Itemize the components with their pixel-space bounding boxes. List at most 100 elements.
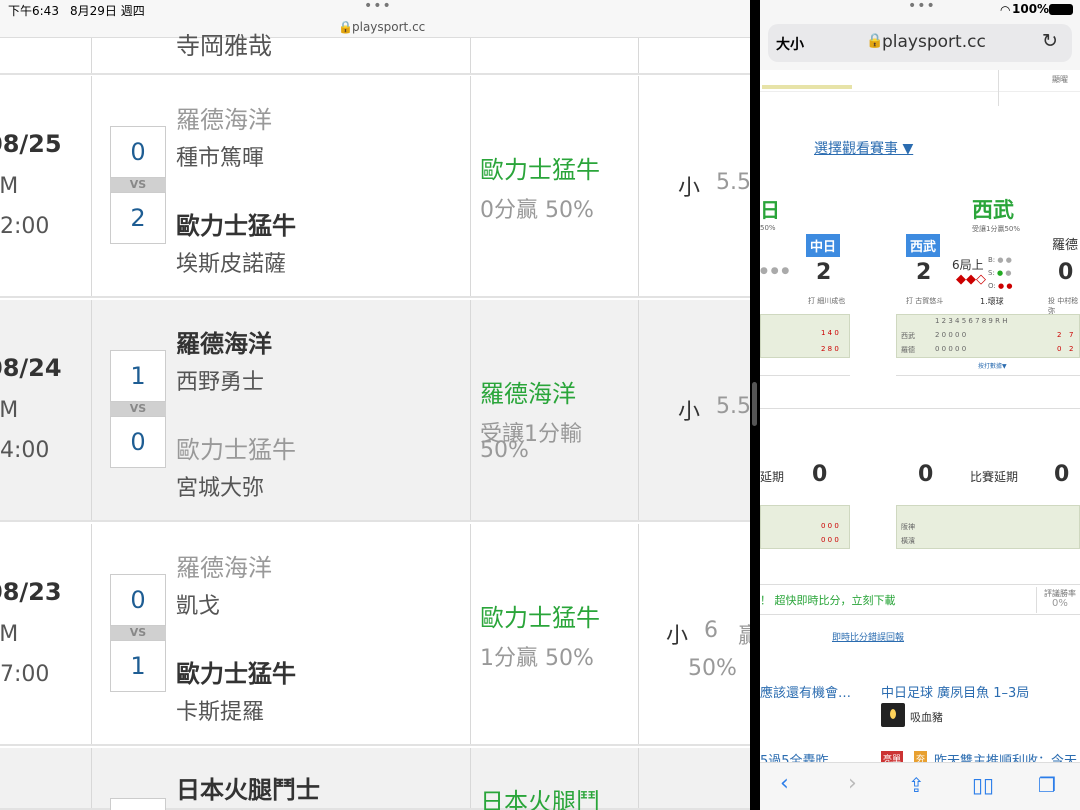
battery-percent: 100% <box>1012 2 1050 16</box>
tabs-icon[interactable]: ❐ <box>1038 773 1056 797</box>
linescore-team: 橫濱 <box>901 537 915 545</box>
lock-icon: 🔒 <box>338 20 353 34</box>
linescore-r: 0 <box>1057 345 1062 353</box>
delay-score-right: 0 <box>1054 462 1070 487</box>
home-team: 羅德 <box>1052 238 1079 253</box>
right-browser-pane: ••• ◠ 100% 大小 🔒 playsport.cc ↻ 顯曜 選擇觀看賽事… <box>760 0 1080 810</box>
away-team[interactable]: 羅德海洋 <box>176 324 272 359</box>
away-team[interactable]: 日本火腿鬥士 <box>176 770 320 805</box>
right-url-text[interactable]: playsport.cc <box>882 32 986 52</box>
status-time: 下午6:43 <box>8 4 59 18</box>
pick-team: 羅德海洋 <box>480 380 576 408</box>
over-under-value: 6 <box>704 618 718 643</box>
game-time: 07:00 <box>0 662 50 687</box>
linescore-grid: 阪神 橫濱 <box>896 505 1080 549</box>
away-score-box: 1 <box>110 350 166 402</box>
linescore-r: 2 <box>1057 331 1062 339</box>
delay-label: 比賽延期 <box>970 470 1019 484</box>
rhe-row-2: 2 8 0 <box>821 345 839 353</box>
table-row[interactable]: 08/24 PM 04:00 羅德海洋 西野勇士 歐力士猛牛 宮城大弥 1 VS… <box>0 300 750 522</box>
away-pitcher: 種市篤暉 <box>176 146 265 171</box>
rhe-row-1: 1 4 0 <box>821 329 839 337</box>
table-row[interactable]: 08/23 PM 07:00 羅德海洋 凱戈 歐力士猛牛 卡斯提羅 0 VS 1… <box>0 524 750 746</box>
away-score-box: 0 <box>110 574 166 626</box>
home-team[interactable]: 歐力士猛牛 <box>176 430 296 465</box>
news-link[interactable]: 中日足球 廣夙目魚 1–3局 <box>881 682 1029 701</box>
away-pitcher: 凱戈 <box>176 594 221 619</box>
select-games-link[interactable]: 選擇觀看賽事 ▼ <box>814 138 913 158</box>
vs-label: VS <box>110 626 166 640</box>
team-score: 2 <box>816 260 832 285</box>
away-team[interactable]: 羅德海洋 <box>176 548 272 583</box>
lock-icon: 🔒 <box>866 33 884 49</box>
table-row[interactable]: 日本火腿鬥士 日本火腿鬥 <box>0 748 750 810</box>
news-username[interactable]: 吸血豬 <box>910 709 943 725</box>
browser-toolbar: ‹ › ⇪ ▯▯ ❐ <box>760 762 1080 810</box>
inning-label: 6局上 <box>952 258 984 272</box>
away-team[interactable]: 羅德海洋 <box>176 100 272 135</box>
multitask-dots-icon[interactable]: ••• <box>908 0 936 14</box>
rate-value: 0% <box>1052 598 1068 609</box>
linescore-line: 2 0 0 0 0 <box>935 331 967 339</box>
over-under-result: 贏 <box>738 624 750 649</box>
linescore-team: 阪神 <box>901 523 915 531</box>
linescore-grid: 1 4 0 2 8 0 <box>760 314 850 358</box>
pitcher-text: 投 中村稔弥 <box>1048 297 1079 315</box>
table-row[interactable]: 08/25 PM 02:00 羅德海洋 種市篤暉 歐力士猛牛 埃斯皮諾薩 0 V… <box>0 76 750 298</box>
multitask-dots-icon[interactable]: ••• <box>364 0 392 14</box>
game-card-left[interactable]: 日 50% 中日 2 ● ● ● 打 細川成也 1 4 0 2 8 0 <box>760 180 850 376</box>
report-error-link[interactable]: 即時比分錯誤回報 <box>832 630 904 643</box>
left-url-text[interactable]: playsport.cc <box>352 20 425 34</box>
linescore-team: 西武 <box>901 332 915 340</box>
over-under-pct: 50% <box>688 656 737 681</box>
address-bar[interactable]: 大小 🔒 playsport.cc ↻ <box>768 24 1072 62</box>
pick-detail-2: 50% <box>480 438 529 463</box>
reload-icon[interactable]: ↻ <box>1042 30 1058 52</box>
home-team[interactable]: 歐力士猛牛 <box>176 206 296 241</box>
bookmarks-icon[interactable]: ▯▯ <box>972 773 994 797</box>
bases-icon: ◆◆◇ <box>956 272 986 287</box>
rhe-row-2: 0 0 0 <box>821 536 839 544</box>
game-ampm: PM <box>0 398 19 423</box>
text-size-button[interactable]: 大小 <box>776 34 804 54</box>
over-under: 小 <box>666 624 689 649</box>
pick-note: 50% <box>760 224 776 232</box>
status-date: 8月29日 週四 <box>70 4 145 18</box>
linescore-h: 2 <box>1069 345 1074 353</box>
corner-tag[interactable]: 顯曜 <box>1052 74 1068 85</box>
team-badge: 中日 <box>806 234 841 257</box>
game-card-seibu[interactable]: 西武 受讓1分贏50% 西武 2 6局上 ◆◆◇ B: ● ● S: ● ● O: … <box>896 180 1080 376</box>
over-under-value: 5.5 <box>716 394 750 419</box>
team-name-partial: 日 <box>760 198 780 222</box>
forward-icon[interactable]: › <box>848 771 857 796</box>
split-view-handle[interactable] <box>752 382 757 426</box>
pick-team-title: 西武 <box>972 198 1014 222</box>
game-date: 08/24 <box>0 354 62 382</box>
away-pitcher: 西野勇士 <box>176 370 265 395</box>
home-team[interactable]: 歐力士猛牛 <box>176 654 296 689</box>
home-score-box: 2 <box>110 192 166 244</box>
left-status-bar: 下午6:43 8月29日 週四 ••• 🔒 playsport.cc <box>0 0 750 38</box>
linescore-h: 7 <box>1069 331 1074 339</box>
more-stats-link[interactable]: 按打數據▼ <box>978 361 1007 370</box>
over-under: 小 <box>678 400 701 425</box>
over-under: 小 <box>678 176 701 201</box>
home-score-box: 1 <box>110 640 166 692</box>
table-row: 寺岡雅哉 <box>0 32 750 75</box>
delay-score-mid: 0 <box>918 462 934 487</box>
count-icons: B: ● ● S: ● ● O: ● ● <box>988 256 1013 290</box>
home-pitcher: 宮城大弥 <box>176 476 265 501</box>
back-icon[interactable]: ‹ <box>780 771 789 796</box>
top-strip: 顯曜 <box>760 70 1080 106</box>
pick-detail: 1分贏 50% <box>480 646 594 671</box>
user-avatar[interactable] <box>881 703 905 727</box>
battery-icon <box>1049 4 1073 15</box>
away-badge: 西武 <box>906 234 941 257</box>
share-icon[interactable]: ⇪ <box>908 773 925 797</box>
right-top-bar: ••• ◠ 100% 大小 🔒 playsport.cc ↻ <box>760 0 1080 70</box>
innings-header: 1 2 3 4 5 6 7 8 9 R H <box>935 317 1008 325</box>
promo-banner[interactable]: ！ 超快即時比分，立刻下載 <box>760 592 896 608</box>
game-date: 08/25 <box>0 130 62 158</box>
news-link[interactable]: 應該還有機會… <box>760 682 851 701</box>
pick-detail: 0分贏 50% <box>480 198 594 223</box>
